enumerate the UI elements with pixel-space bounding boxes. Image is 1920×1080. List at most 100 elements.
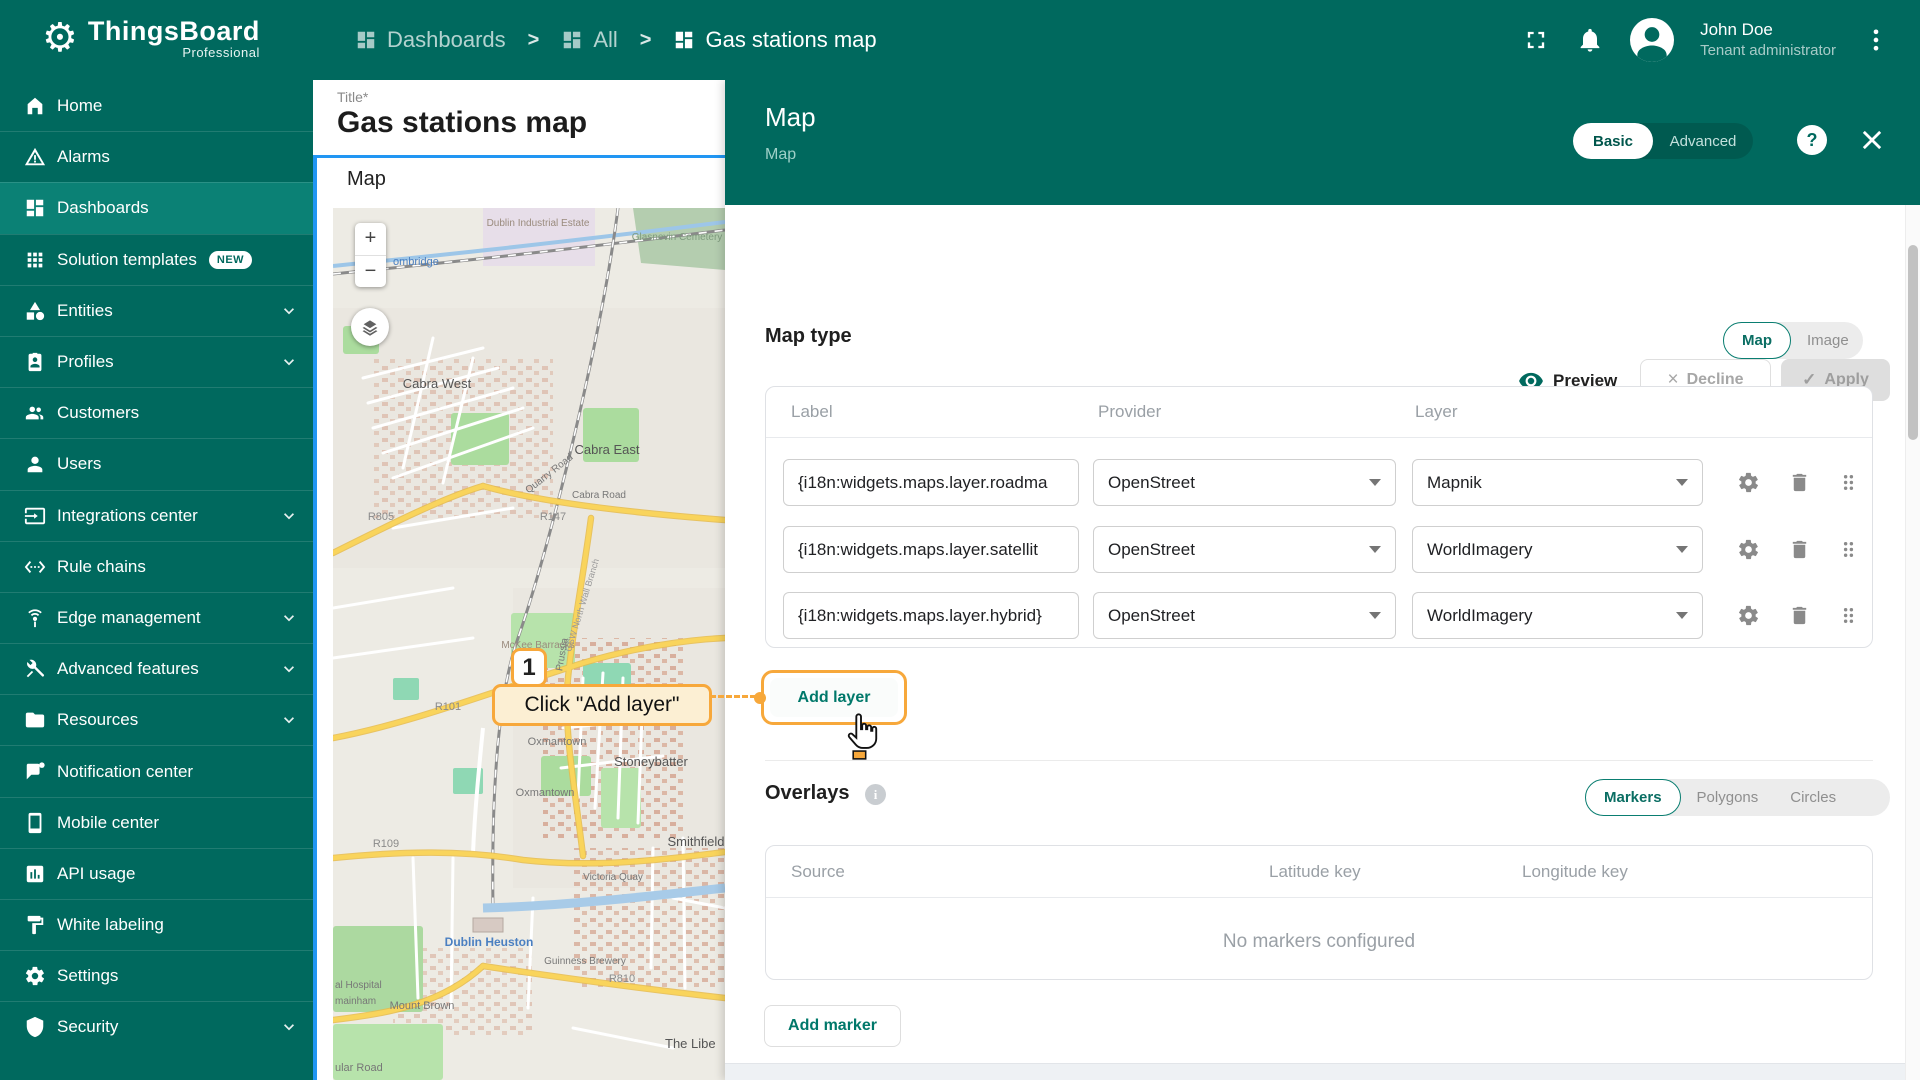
sidebar-item-rule-chains[interactable]: Rule chains xyxy=(0,541,313,592)
column-latitude-key: Latitude key xyxy=(1269,862,1361,882)
layer-select[interactable]: WorldImagery xyxy=(1412,592,1703,639)
map-widget-title: Map xyxy=(347,168,386,191)
dashboards-icon xyxy=(355,29,377,51)
brand-subtitle: Professional xyxy=(88,45,260,60)
sidebar-item-integrations-center[interactable]: Integrations center xyxy=(0,490,313,541)
layer-delete-button[interactable] xyxy=(1779,462,1819,502)
sidebar-item-customers[interactable]: Customers xyxy=(0,387,313,438)
trash-icon xyxy=(1788,604,1811,627)
breadcrumb-dashboards[interactable]: Dashboards xyxy=(355,27,506,53)
layer-settings-button[interactable] xyxy=(1728,462,1768,502)
user-info[interactable]: John Doe Tenant administrator xyxy=(1700,19,1836,61)
more-vert-icon[interactable] xyxy=(1862,26,1890,54)
layer-settings-button[interactable] xyxy=(1728,595,1768,635)
sidebar-item-entities[interactable]: Entities xyxy=(0,285,313,336)
shield-icon xyxy=(24,1016,46,1038)
map-canvas[interactable]: Dublin Industrial Estate Glasnevin Cemet… xyxy=(333,208,725,1080)
overlays-type-toggle: Markers Polygons Circles xyxy=(1585,779,1890,816)
image-tab[interactable]: Image xyxy=(1791,332,1865,349)
sidebar-item-notification-center[interactable]: Notification center xyxy=(0,745,313,796)
breadcrumb-current[interactable]: Gas stations map xyxy=(673,27,876,53)
add-marker-button[interactable]: Add marker xyxy=(764,1005,901,1047)
zoom-in-button[interactable]: + xyxy=(355,223,386,256)
basic-advanced-toggle: Basic Advanced xyxy=(1573,123,1753,159)
chevron-down-icon xyxy=(279,1017,299,1037)
layer-drag-handle[interactable] xyxy=(1828,595,1868,635)
sidebar-item-alarms[interactable]: Alarms xyxy=(0,131,313,182)
layers-icon xyxy=(359,316,381,338)
layer-label-input[interactable]: {i18n:widgets.maps.layer.hybrid} xyxy=(783,592,1079,639)
tools-icon xyxy=(24,658,46,680)
zoom-out-button[interactable]: − xyxy=(355,256,386,288)
notifications-bell-icon[interactable] xyxy=(1576,26,1604,54)
sidebar-item-users[interactable]: Users xyxy=(0,438,313,489)
widget-settings-panel: Map Map Basic Advanced ? Preview ×Declin… xyxy=(725,80,1920,1080)
layer-settings-button[interactable] xyxy=(1728,529,1768,569)
circles-tab[interactable]: Circles xyxy=(1774,789,1852,806)
brand-logo[interactable]: ⚙ ThingsBoard Professional xyxy=(42,14,260,62)
svg-text:Victoria Quay: Victoria Quay xyxy=(583,872,643,883)
sidebar-item-home[interactable]: Home xyxy=(0,80,313,131)
map-layers-button[interactable] xyxy=(351,308,389,346)
layer-delete-button[interactable] xyxy=(1779,529,1819,569)
section-divider xyxy=(765,760,1873,761)
layer-select[interactable]: Mapnik xyxy=(1412,459,1703,506)
sidebar-item-dashboards[interactable]: Dashboards xyxy=(0,182,313,233)
layer-select[interactable]: WorldImagery xyxy=(1412,526,1703,573)
map-image-toggle: Map Image xyxy=(1723,322,1863,359)
basic-tab[interactable]: Basic xyxy=(1573,123,1653,159)
chevron-down-icon xyxy=(1676,546,1688,553)
svg-text:Oxmantown: Oxmantown xyxy=(528,736,587,748)
overlays-heading: Overlays xyxy=(765,782,850,805)
panel-actions: Preview ×Decline ✓Apply xyxy=(725,205,1920,305)
layer-drag-handle[interactable] xyxy=(1828,529,1868,569)
scrollbar-thumb[interactable] xyxy=(1908,245,1918,440)
svg-text:Guinness Brewery: Guinness Brewery xyxy=(544,956,626,967)
column-source: Source xyxy=(791,862,845,882)
chevron-down-icon xyxy=(279,659,299,679)
layer-drag-handle[interactable] xyxy=(1828,462,1868,502)
sidebar-item-settings[interactable]: Settings xyxy=(0,950,313,1001)
user-avatar[interactable] xyxy=(1630,18,1674,62)
layer-label-input[interactable]: {i18n:widgets.maps.layer.roadma xyxy=(783,459,1079,506)
folder-icon xyxy=(24,709,46,731)
dashboards-icon xyxy=(673,29,695,51)
markers-tab[interactable]: Markers xyxy=(1585,779,1681,816)
polygons-tab[interactable]: Polygons xyxy=(1681,789,1775,806)
layer-delete-button[interactable] xyxy=(1779,595,1819,635)
sidebar-item-edge-management[interactable]: Edge management xyxy=(0,592,313,643)
gear-icon xyxy=(1737,471,1760,494)
svg-text:R810: R810 xyxy=(609,973,635,985)
layer-label-input[interactable]: {i18n:widgets.maps.layer.satellit xyxy=(783,526,1079,573)
dashboard-title-input[interactable]: Gas stations map xyxy=(337,106,587,140)
sidebar-item-white-labeling[interactable]: White labeling xyxy=(0,899,313,950)
sidebar-item-mobile-center[interactable]: Mobile center xyxy=(0,797,313,848)
help-button[interactable]: ? xyxy=(1797,125,1827,155)
ethernet-icon xyxy=(24,556,46,578)
sidebar-item-resources[interactable]: Resources xyxy=(0,694,313,745)
provider-select[interactable]: OpenStreet xyxy=(1093,459,1396,506)
svg-text:Cabra East: Cabra East xyxy=(574,442,639,457)
close-panel-button[interactable] xyxy=(1858,126,1886,154)
gear-icon xyxy=(1737,538,1760,561)
fullscreen-icon[interactable] xyxy=(1522,26,1550,54)
provider-select[interactable]: OpenStreet xyxy=(1093,526,1396,573)
sidebar-item-solution-templates[interactable]: Solution templates NEW xyxy=(0,234,313,285)
layers-table: Label Provider Layer {i18n:widgets.maps.… xyxy=(765,386,1873,648)
breadcrumb-all[interactable]: All xyxy=(561,27,617,53)
column-layer: Layer xyxy=(1415,402,1458,422)
sidebar-item-api-usage[interactable]: API usage xyxy=(0,848,313,899)
advanced-tab[interactable]: Advanced xyxy=(1653,133,1753,150)
top-header: ⚙ ThingsBoard Professional Dashboards > … xyxy=(0,0,1920,80)
panel-title: Map xyxy=(765,102,816,133)
chat-notification-icon xyxy=(24,761,46,783)
person-icon xyxy=(24,453,46,475)
sidebar-item-security[interactable]: Security xyxy=(0,1001,313,1052)
provider-select[interactable]: OpenStreet xyxy=(1093,592,1396,639)
sidebar-item-profiles[interactable]: Profiles xyxy=(0,336,313,387)
chevron-down-icon xyxy=(279,608,299,628)
people-icon xyxy=(24,402,46,424)
map-tab[interactable]: Map xyxy=(1723,322,1791,359)
annotation-tooltip: Click "Add layer" xyxy=(492,684,712,726)
sidebar-item-advanced-features[interactable]: Advanced features xyxy=(0,643,313,694)
